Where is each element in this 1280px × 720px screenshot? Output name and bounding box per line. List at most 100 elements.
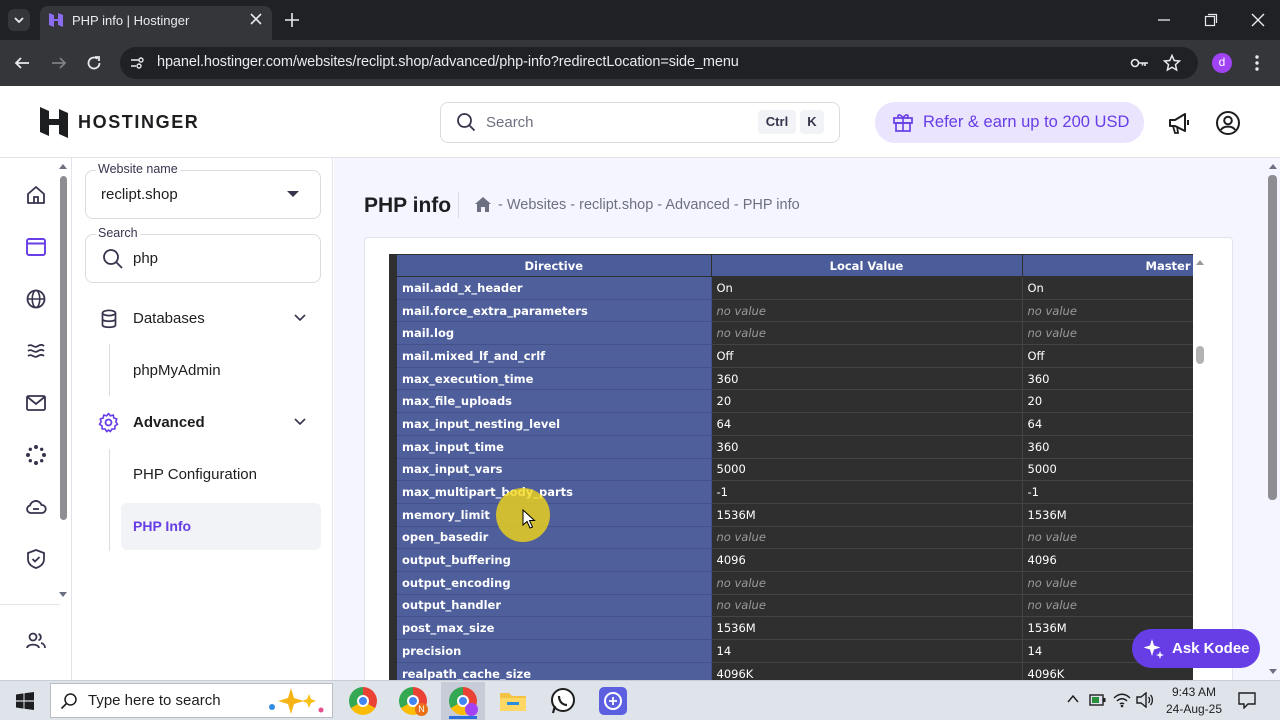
dropdown-caret-icon <box>286 189 300 199</box>
domains-globe-icon[interactable] <box>25 288 47 310</box>
ai-sparkle-icon[interactable] <box>25 444 47 466</box>
rail-scrollbar[interactable] <box>60 176 67 520</box>
master-value-cell: 20 <box>1021 389 1193 414</box>
vps-cloud-icon[interactable] <box>25 496 47 518</box>
tab-close-icon[interactable] <box>249 12 263 26</box>
restore-window-icon[interactable] <box>1204 13 1218 27</box>
security-shield-icon[interactable] <box>25 548 47 570</box>
close-window-icon[interactable] <box>1251 13 1265 27</box>
nav-php-configuration[interactable]: PHP Configuration <box>133 466 257 483</box>
table-row: max_file_uploads 20 20 <box>389 389 1193 414</box>
hostinger-favicon-icon <box>48 12 64 28</box>
local-value-cell: 20 <box>710 389 1023 414</box>
volume-icon[interactable] <box>1136 692 1154 708</box>
users-icon[interactable] <box>25 630 47 652</box>
browser-menu-icon[interactable] <box>1254 54 1260 72</box>
page-scroll-up-icon[interactable] <box>1268 162 1278 170</box>
table-scroll-up-icon[interactable] <box>1195 258 1205 266</box>
php-info-table-frame: Directive Local Value Master Va mail.add… <box>389 254 1193 680</box>
search-icon <box>102 248 124 270</box>
refer-earn-label: Refer & earn up to 200 USD <box>923 113 1130 131</box>
chrome-profile-n-app-icon[interactable]: N <box>399 687 428 716</box>
website-select-value: reclipt.shop <box>101 186 178 203</box>
directive-cell: output_handler <box>389 593 712 618</box>
windows-start-icon[interactable] <box>16 692 34 710</box>
page-scrollbar[interactable] <box>1268 175 1277 500</box>
tree-line <box>109 449 110 551</box>
back-arrow-icon[interactable] <box>13 54 31 72</box>
logo-text[interactable]: HOSTINGER <box>78 112 199 133</box>
local-value-cell: no value <box>710 321 1023 346</box>
password-key-icon[interactable] <box>1130 55 1150 71</box>
rail-divider <box>0 604 60 605</box>
ask-kodee-label: Ask Kodee <box>1172 640 1250 657</box>
database-icon <box>100 309 118 329</box>
directive-cell: mail.force_extra_parameters <box>389 298 712 323</box>
shortcut-key-k: K <box>800 110 824 134</box>
battery-icon[interactable] <box>1089 693 1107 707</box>
nav-advanced[interactable]: Advanced <box>133 414 205 431</box>
clock-time: 9:43 AM <box>1171 685 1217 699</box>
page-scroll-down-icon[interactable] <box>1268 668 1278 676</box>
minimize-window-icon[interactable] <box>1157 13 1171 27</box>
nav-databases[interactable]: Databases <box>133 310 205 327</box>
directive-cell: memory_limit <box>389 502 712 527</box>
local-value-cell: 4096K <box>710 661 1023 680</box>
file-explorer-icon[interactable] <box>499 689 527 713</box>
site-info-icon[interactable] <box>129 55 145 71</box>
directive-cell: mail.add_x_header <box>389 276 712 300</box>
home-icon[interactable] <box>25 184 47 206</box>
emails-icon[interactable] <box>25 392 47 414</box>
chevron-down-icon <box>14 17 24 24</box>
account-icon[interactable] <box>1215 110 1241 136</box>
wifi-icon[interactable] <box>1113 692 1131 708</box>
table-scrollbar[interactable] <box>1196 346 1204 364</box>
bookmark-star-icon[interactable] <box>1163 54 1181 72</box>
rail-scroll-down-icon[interactable] <box>58 591 68 599</box>
tree-line <box>109 344 110 396</box>
kodee-sparkle-icon <box>1143 638 1165 660</box>
sidebar-search-label: Search <box>96 226 140 240</box>
local-value-cell: 64 <box>710 412 1023 436</box>
taskbar-search-placeholder: Type here to search <box>88 692 221 709</box>
chevron-down-icon[interactable] <box>294 417 306 427</box>
url-text[interactable]: hpanel.hostinger.com/websites/reclipt.sh… <box>157 54 739 70</box>
mouse-pointer-icon <box>522 509 536 529</box>
websites-icon[interactable] <box>25 236 47 258</box>
horizons-icon[interactable] <box>25 340 47 362</box>
chrome-app-icon[interactable] <box>349 687 377 715</box>
master-value-cell: no value <box>1021 321 1193 346</box>
forward-arrow-icon[interactable] <box>50 54 68 72</box>
table-row: output_encoding no value no value <box>389 570 1193 595</box>
tray-chevron-up-icon[interactable] <box>1067 694 1079 704</box>
hostinger-logo-icon[interactable] <box>40 107 68 138</box>
clock-date: 24-Aug-25 <box>1165 702 1223 716</box>
master-value-cell: 360 <box>1021 434 1193 459</box>
nav-php-info-label: PHP Info <box>133 518 192 534</box>
reload-icon[interactable] <box>85 54 103 72</box>
chevron-down-icon[interactable] <box>294 313 306 323</box>
rail-scroll-up-icon[interactable] <box>58 162 68 170</box>
table-row: mail.add_x_header On On <box>389 276 1193 300</box>
website-select-label: Website name <box>96 162 180 176</box>
profile-avatar[interactable]: d <box>1212 53 1232 73</box>
search-placeholder: Search <box>486 114 534 131</box>
local-value-cell: 360 <box>710 434 1023 459</box>
directive-cell: max_input_nesting_level <box>389 412 712 436</box>
chrome-profile-d-app-icon[interactable] <box>449 687 478 716</box>
directive-cell: post_max_size <box>389 616 712 640</box>
tab-list-button[interactable] <box>8 9 30 31</box>
directive-cell: max_file_uploads <box>389 389 712 414</box>
local-value-cell: no value <box>710 570 1023 595</box>
taskbar-clock[interactable]: 9:43 AM 24-Aug-25 <box>1162 684 1226 718</box>
local-value-cell: -1 <box>710 480 1023 504</box>
notifications-icon[interactable] <box>1238 691 1256 709</box>
new-tab-icon[interactable] <box>284 12 300 28</box>
table-row: max_execution_time 360 360 <box>389 366 1193 391</box>
breadcrumb-home-icon[interactable] <box>474 196 492 213</box>
megaphone-icon[interactable] <box>1167 110 1193 136</box>
whatsapp-icon[interactable] <box>549 687 577 715</box>
chat-app-icon[interactable] <box>599 687 627 715</box>
column-header-master-value: Master Va <box>1021 254 1193 277</box>
nav-phpmyadmin[interactable]: phpMyAdmin <box>133 362 221 379</box>
